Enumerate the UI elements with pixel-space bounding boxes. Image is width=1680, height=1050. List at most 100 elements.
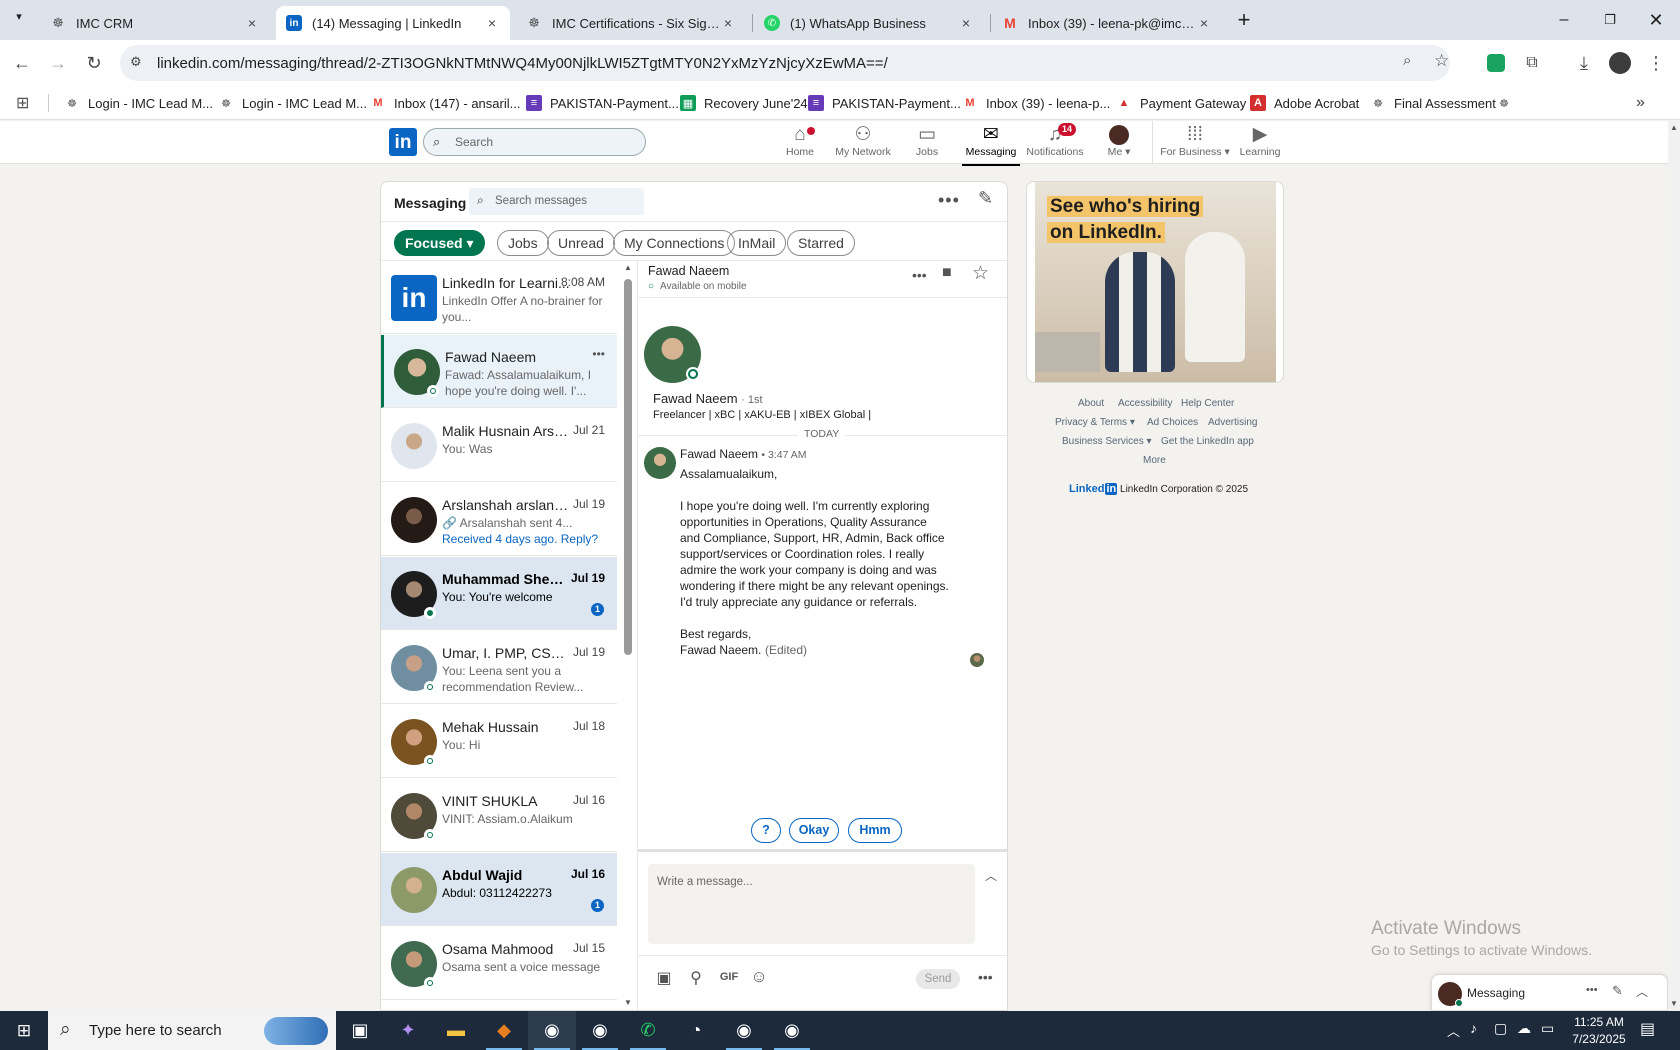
file-explorer-icon[interactable]: ▬ <box>432 1011 480 1050</box>
quick-reply-hmm[interactable]: Hmm <box>848 818 902 843</box>
scroll-down-arrow[interactable]: ▼ <box>624 998 632 1007</box>
nav-my-network[interactable]: ⚇ My Network <box>828 123 898 163</box>
restore-button[interactable]: ❐ <box>1587 6 1633 34</box>
scroll-up-arrow[interactable]: ▲ <box>624 263 632 272</box>
search-messages-input[interactable]: ⌕ Search messages <box>469 188 644 215</box>
message-input[interactable]: Write a message... <box>648 864 975 944</box>
back-button[interactable]: ← <box>8 49 36 77</box>
meet-icon[interactable]: ▢ <box>1494 1020 1507 1037</box>
global-search-input[interactable]: ⌕ Search <box>423 128 646 156</box>
nav-messaging[interactable]: ✉ Messaging <box>956 123 1026 166</box>
weather-icon[interactable]: ☁ <box>1517 1020 1531 1037</box>
menu-kebab-icon[interactable]: ⋮ <box>1642 49 1670 77</box>
bookmark-item[interactable]: ☸ Login - IMC Lead M... <box>218 93 367 113</box>
conversation-item-selected[interactable]: Fawad Naeem ••• Fawad: Assalamualaikum, … <box>381 335 617 408</box>
footer-link-help-center[interactable]: Help Center <box>1181 398 1234 409</box>
tab-gmail-inbox[interactable]: M Inbox (39) - leena-pk@imccertif × <box>992 6 1222 40</box>
url-text[interactable]: linkedin.com/messaging/thread/2-ZTI3OGNk… <box>157 55 888 72</box>
nav-home[interactable]: ⌂ Home <box>765 123 835 163</box>
filter-focused[interactable]: Focused ▾ <box>394 230 485 256</box>
quick-reply-question[interactable]: ? <box>751 818 781 843</box>
chrome-icon[interactable]: ◉ <box>576 1011 624 1050</box>
conversation-item[interactable]: Mehak Hussain Jul 18 You: Hi <box>381 705 617 778</box>
footer-link-privacy-terms[interactable]: Privacy & Terms ▾ <box>1055 417 1135 428</box>
address-bar[interactable]: ⚙ linkedin.com/messaging/thread/2-ZTI3OG… <box>120 45 1450 81</box>
linkedin-logo[interactable]: in <box>389 128 417 156</box>
send-button[interactable]: Send <box>916 969 960 989</box>
ad-card[interactable]: See who's hiring on LinkedIn. <box>1026 181 1284 383</box>
site-info-icon[interactable]: ⚙ <box>130 54 142 70</box>
scroll-down-arrow[interactable]: ▼ <box>1670 999 1678 1008</box>
more-options-icon[interactable]: ••• <box>938 190 960 211</box>
conversation-item-unread[interactable]: Muhammad Shehro... Jul 19 You: You're we… <box>381 557 617 630</box>
bookmark-item[interactable]: ≡ PAKISTAN-Payment... <box>808 93 961 113</box>
show-hidden-icons[interactable]: ︿ <box>1447 1021 1460 1040</box>
conversation-item-unread[interactable]: Abdul Wajid Jul 16 Abdul: 03112422273 1 <box>381 853 617 926</box>
list-scrollbar[interactable]: ▲ ▼ <box>620 261 636 1010</box>
bookmark-item[interactable]: ▦ Recovery June'24 <box>680 93 808 113</box>
thread-contact-name[interactable]: Fawad Naeem <box>648 264 729 278</box>
tab-whatsapp[interactable]: ✆ (1) WhatsApp Business × <box>754 6 984 40</box>
network-icon[interactable]: ▭ <box>1541 1020 1554 1037</box>
close-icon[interactable]: × <box>958 15 974 31</box>
close-window-button[interactable]: ✕ <box>1633 6 1679 34</box>
footer-link-about[interactable]: About <box>1078 398 1104 409</box>
compose-icon[interactable]: ✎ <box>978 188 993 209</box>
more-bookmarks-icon[interactable]: » <box>1636 93 1645 113</box>
paperclip-icon[interactable]: ⚲ <box>685 968 707 988</box>
bookmark-item[interactable]: ▲ Payment Gateway <box>1116 93 1247 113</box>
image-attach-icon[interactable]: ▣ <box>653 968 675 988</box>
zoom-icon[interactable]: ⌕ <box>1403 52 1411 69</box>
footer-link-accessibility[interactable]: Accessibility <box>1118 398 1172 409</box>
bookmark-item[interactable]: ≡ PAKISTAN-Payment... <box>526 93 679 113</box>
filter-starred[interactable]: Starred <box>787 230 855 256</box>
gif-button[interactable]: GIF <box>716 971 742 983</box>
bookmark-item[interactable]: ☸ Login - IMC Lead M... <box>64 93 213 113</box>
footer-link-business-services[interactable]: Business Services ▾ <box>1062 436 1152 447</box>
filter-inmail[interactable]: InMail <box>727 230 787 256</box>
task-view-icon[interactable]: ▣ <box>336 1011 384 1050</box>
conversation-item[interactable]: Umar, I. PMP, CSCP®... Jul 19 You: Leena… <box>381 631 617 704</box>
minimize-button[interactable]: – <box>1541 6 1587 34</box>
video-call-icon[interactable]: ■ <box>942 264 952 282</box>
minibar-compose-icon[interactable]: ✎ <box>1612 983 1623 999</box>
volume-icon[interactable]: ♪ <box>1470 1020 1477 1036</box>
nav-notifications[interactable]: ♫ Notifications 14 <box>1020 123 1090 163</box>
bookmark-star-icon[interactable]: ☆ <box>1434 51 1449 71</box>
start-button[interactable]: ⊞ <box>0 1011 48 1050</box>
tab-linkedin-messaging[interactable]: in (14) Messaging | LinkedIn × <box>276 6 510 40</box>
close-icon[interactable]: × <box>244 15 260 31</box>
scroll-up-arrow[interactable]: ▲ <box>1670 123 1678 132</box>
star-icon[interactable]: ☆ <box>972 262 989 285</box>
apps-grid-icon[interactable]: ⊞ <box>16 93 29 113</box>
close-icon[interactable]: × <box>484 15 500 31</box>
bookmark-item[interactable]: M Inbox (39) - leena-p... <box>962 93 1110 113</box>
tab-search-button[interactable]: ▾ <box>8 10 30 30</box>
download-icon[interactable]: ⤓ <box>1570 49 1598 77</box>
conversation-item[interactable]: Osama Mahmood Jul 15 Osama sent a voice … <box>381 927 617 1000</box>
close-icon[interactable]: × <box>1196 15 1212 31</box>
reply-prompt[interactable]: Received 4 days ago. Reply? <box>442 532 598 546</box>
list-scrollbar-thumb[interactable] <box>624 279 632 655</box>
footer-link-ad-choices[interactable]: Ad Choices <box>1147 417 1198 428</box>
tab-imc-certifications[interactable]: ☸ IMC Certifications - Six Sigma G × <box>516 6 746 40</box>
clock-app-icon[interactable]: ◔ <box>672 1011 720 1050</box>
clock[interactable]: 11:25 AM 7/23/2025 <box>1564 1014 1634 1048</box>
footer-link-advertising[interactable]: Advertising <box>1208 417 1257 428</box>
bookmark-item-seal[interactable]: ☸ <box>1496 93 1520 113</box>
conversation-item[interactable]: Arslanshah arslans... Jul 19 🔗 Arsalansh… <box>381 483 617 556</box>
conversation-item[interactable]: VINIT SHUKLA Jul 16 VINIT: Assiam.o.Alai… <box>381 779 617 852</box>
reload-button[interactable]: ↻ <box>80 49 108 77</box>
expand-composer-icon[interactable]: ︿ <box>985 867 997 884</box>
extension-green-icon[interactable] <box>1482 49 1510 77</box>
chrome-icon[interactable]: ◉ <box>528 1011 576 1050</box>
message-sender[interactable]: Fawad Naeem <box>680 447 758 461</box>
chrome-icon[interactable]: ◉ <box>720 1011 768 1050</box>
nav-learning[interactable]: ▶ Learning <box>1225 123 1295 163</box>
taskbar-app-icon[interactable]: ◆ <box>480 1011 528 1050</box>
composer-more-icon[interactable]: ••• <box>978 969 993 985</box>
quick-reply-okay[interactable]: Okay <box>789 818 839 843</box>
filter-my-connections[interactable]: My Connections <box>613 230 736 256</box>
close-icon[interactable]: × <box>720 15 736 31</box>
profile-avatar[interactable] <box>1606 49 1634 77</box>
